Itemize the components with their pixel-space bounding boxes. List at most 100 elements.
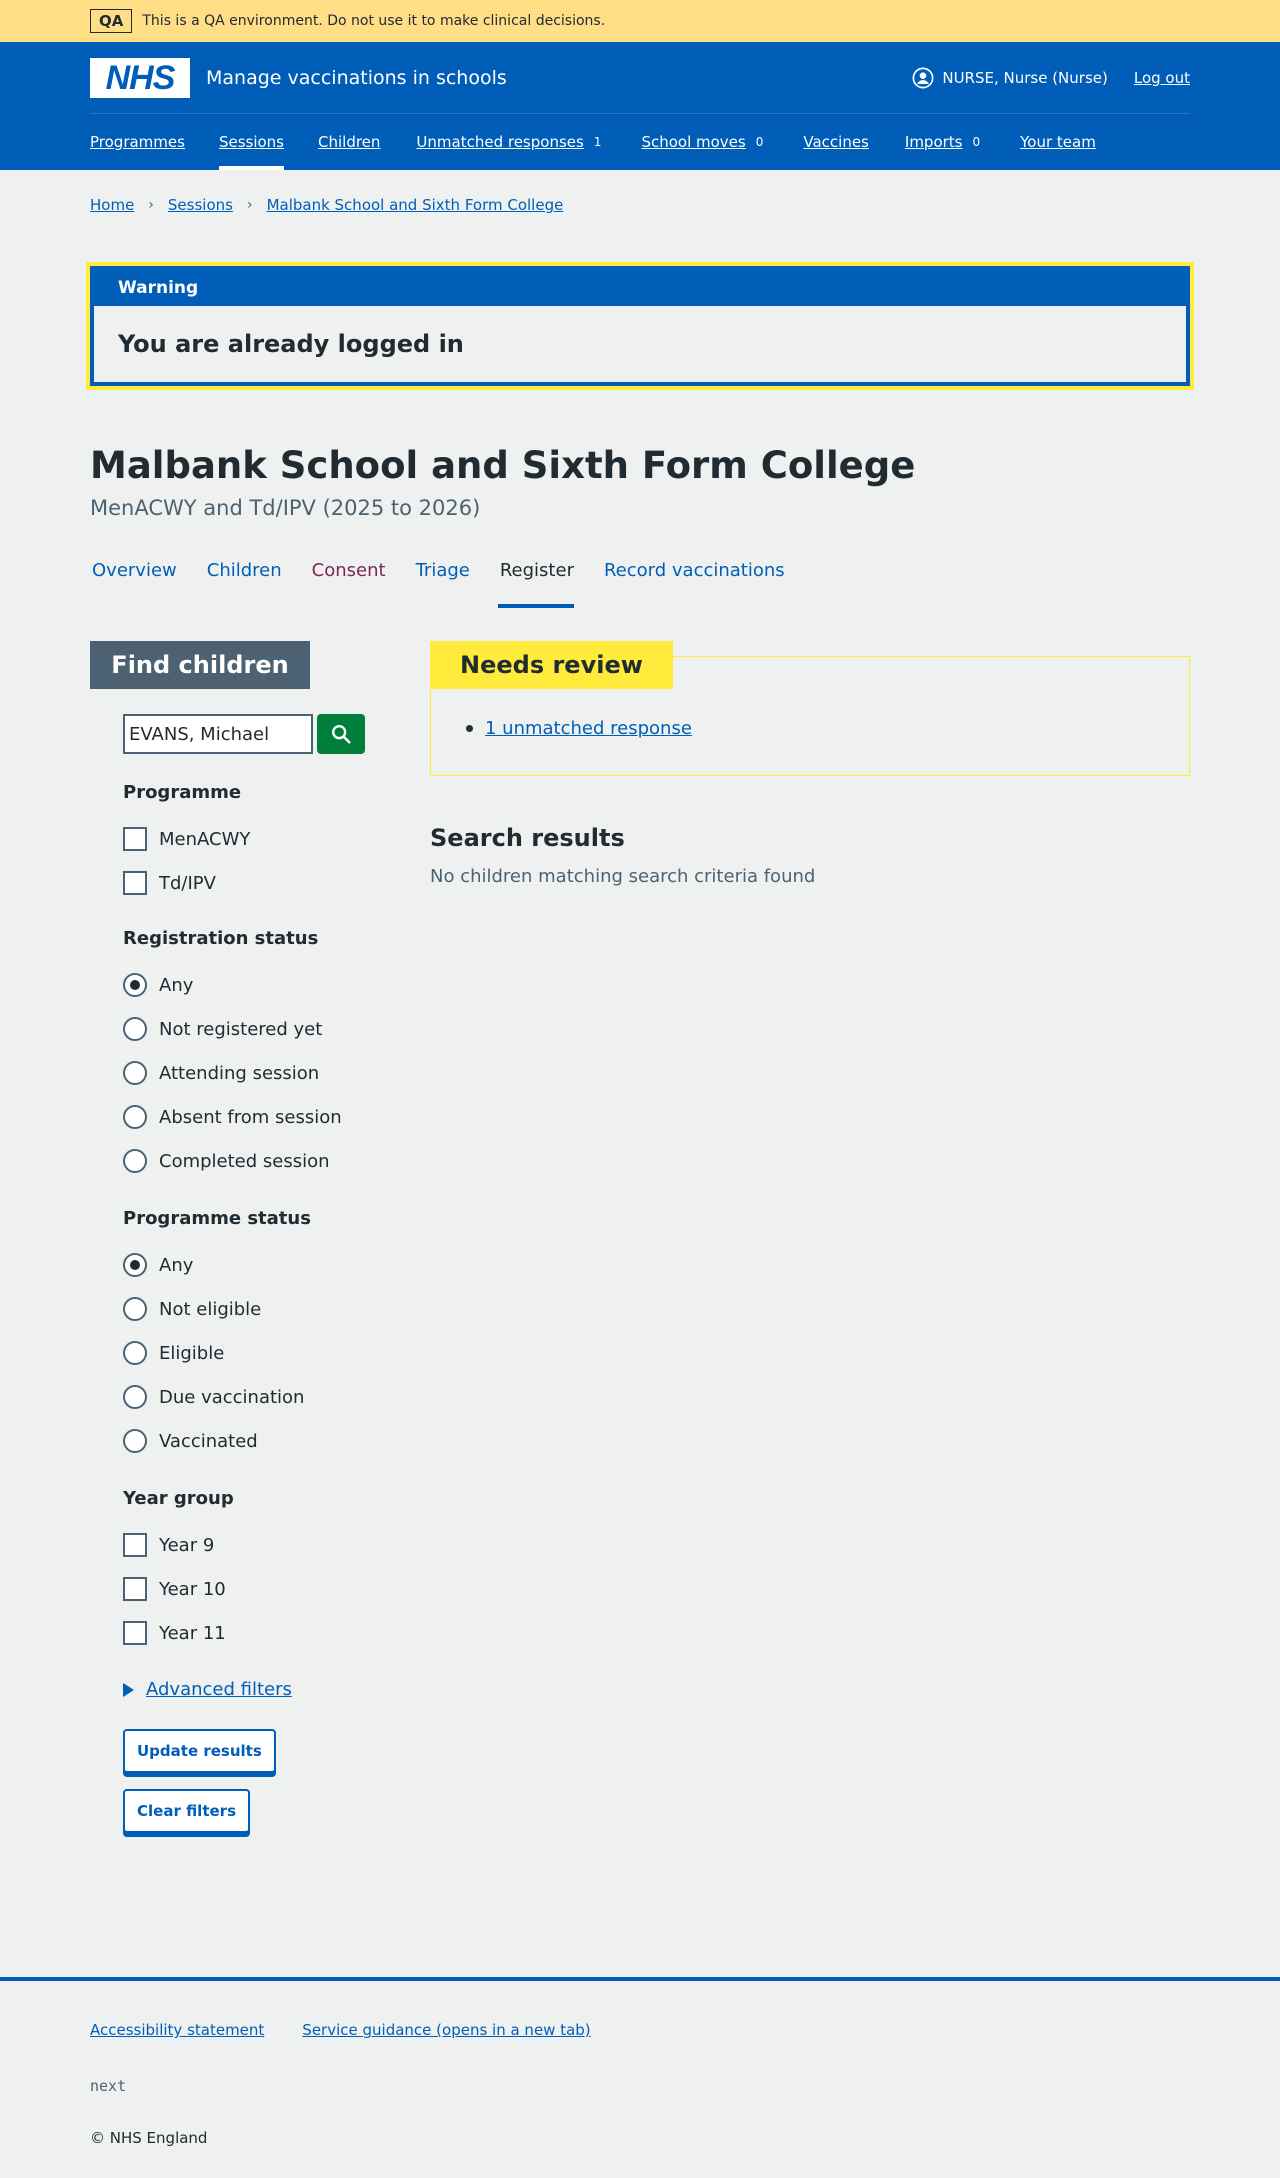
nav-children-label[interactable]: Children (318, 133, 380, 151)
copyright: © NHS England (90, 2129, 208, 2147)
tab-register[interactable]: Register (497, 560, 575, 608)
registration-option[interactable]: Completed session (123, 1139, 342, 1183)
year-group-option[interactable]: Year 11 (123, 1611, 234, 1655)
chevron-right-icon: › (148, 197, 154, 213)
service-name[interactable]: Manage vaccinations in schools (206, 67, 507, 89)
nav-imports[interactable]: Imports 0 (905, 114, 980, 170)
radio[interactable] (123, 1149, 147, 1173)
advanced-filters-toggle[interactable]: Advanced filters (123, 1679, 292, 1700)
clear-filters-button[interactable]: Clear filters (123, 1789, 250, 1833)
year-group-option[interactable]: Year 10 (123, 1567, 234, 1611)
option-label: Year 9 (159, 1534, 215, 1556)
nav-your-team-label[interactable]: Your team (1020, 133, 1096, 151)
tab-triage[interactable]: Triage (414, 560, 470, 608)
nav-count-badge: 0 (755, 135, 764, 149)
tab-register-label[interactable]: Register (500, 560, 574, 581)
nav-vaccines-label[interactable]: Vaccines (803, 133, 869, 151)
programme-status-option[interactable]: Vaccinated (123, 1419, 311, 1463)
programme-status-legend: Programme status (123, 1208, 311, 1229)
breadcrumb-sessions[interactable]: Sessions (168, 196, 233, 214)
registration-option[interactable]: Not registered yet (123, 1007, 342, 1051)
registration-option[interactable]: Any (123, 963, 342, 1007)
checkbox[interactable] (123, 1533, 147, 1557)
main-nav: Programmes Sessions Children Unmatched r… (90, 114, 1096, 170)
nav-count-badge: 0 (972, 135, 981, 149)
option-label: Attending session (159, 1062, 320, 1084)
checkbox[interactable] (123, 871, 147, 895)
year-group-legend: Year group (123, 1488, 234, 1509)
nav-unmatched-responses[interactable]: Unmatched responses 1 (416, 114, 601, 170)
logout-link[interactable]: Log out (1134, 69, 1190, 87)
nav-your-team[interactable]: Your team (1020, 114, 1096, 170)
option-label: Year 10 (159, 1578, 226, 1600)
breadcrumb-school[interactable]: Malbank School and Sixth Form College (267, 196, 564, 214)
year-group-option[interactable]: Year 9 (123, 1523, 234, 1567)
tab-triage-label[interactable]: Triage (416, 560, 470, 581)
registration-option[interactable]: Absent from session (123, 1095, 342, 1139)
search-input[interactable] (123, 714, 313, 754)
checkbox[interactable] (123, 827, 147, 851)
tab-overview-label[interactable]: Overview (92, 560, 177, 581)
tab-children[interactable]: Children (205, 560, 282, 608)
tab-consent[interactable]: Consent (310, 560, 386, 608)
registration-option[interactable]: Attending session (123, 1051, 342, 1095)
update-results-button[interactable]: Update results (123, 1729, 276, 1773)
nav-unmatched-label[interactable]: Unmatched responses (416, 133, 583, 151)
unmatched-response-link[interactable]: 1 unmatched response (485, 718, 692, 739)
needs-review-heading: Needs review (430, 641, 673, 689)
find-children-heading: Find children (90, 641, 310, 689)
breadcrumb: Home › Sessions › Malbank School and Six… (90, 196, 563, 214)
nhs-logo[interactable]: NHS (90, 58, 190, 98)
nav-school-moves[interactable]: School moves 0 (641, 114, 763, 170)
nav-imports-label[interactable]: Imports (905, 133, 963, 151)
user-name: NURSE, Nurse (Nurse) (942, 69, 1108, 87)
session-tabs: Overview Children Consent Triage Registe… (90, 560, 813, 608)
accessibility-statement-link[interactable]: Accessibility statement (90, 2021, 264, 2039)
tab-children-label[interactable]: Children (207, 560, 282, 581)
radio[interactable] (123, 1105, 147, 1129)
nav-sessions-label[interactable]: Sessions (219, 133, 284, 151)
account: NURSE, Nurse (Nurse) Log out (912, 67, 1190, 89)
nav-programmes-label[interactable]: Programmes (90, 133, 185, 151)
tab-record-vaccinations-label[interactable]: Record vaccinations (604, 560, 785, 581)
radio[interactable] (123, 1385, 147, 1409)
advanced-filters-link[interactable]: Advanced filters (146, 1679, 292, 1700)
radio[interactable] (123, 1017, 147, 1041)
nav-programmes[interactable]: Programmes (90, 114, 185, 170)
page-title: Malbank School and Sixth Form College (90, 444, 916, 487)
nav-vaccines[interactable]: Vaccines (803, 114, 869, 170)
checkbox[interactable] (123, 1577, 147, 1601)
tab-overview[interactable]: Overview (90, 560, 177, 608)
radio[interactable] (123, 1341, 147, 1365)
checkbox[interactable] (123, 1621, 147, 1645)
option-label: MenACWY (159, 828, 251, 850)
option-label: Any (159, 1254, 194, 1276)
breadcrumb-home[interactable]: Home (90, 196, 134, 214)
nav-children[interactable]: Children (318, 114, 380, 170)
caret-right-icon (123, 1682, 134, 1697)
search-button[interactable] (317, 714, 365, 754)
tab-consent-label[interactable]: Consent (312, 560, 386, 581)
radio[interactable] (123, 1429, 147, 1453)
radio[interactable] (123, 1297, 147, 1321)
programme-option[interactable]: MenACWY (123, 817, 250, 861)
nav-sessions[interactable]: Sessions (218, 114, 285, 170)
programme-option[interactable]: Td/IPV (123, 861, 250, 905)
site-header: NHS Manage vaccinations in schools NURSE… (0, 42, 1280, 170)
nav-school-moves-label[interactable]: School moves (641, 133, 745, 151)
radio[interactable] (123, 1253, 147, 1277)
tab-record-vaccinations[interactable]: Record vaccinations (602, 560, 785, 608)
programme-status-option[interactable]: Eligible (123, 1331, 311, 1375)
radio[interactable] (123, 1061, 147, 1085)
programme-status-filter: Programme status Any Not eligible Eligib… (123, 1208, 311, 1463)
option-label: Due vaccination (159, 1386, 305, 1408)
programme-status-option[interactable]: Not eligible (123, 1287, 311, 1331)
radio[interactable] (123, 973, 147, 997)
user-icon (912, 67, 934, 89)
programme-status-option[interactable]: Due vaccination (123, 1375, 311, 1419)
chevron-right-icon: › (246, 197, 253, 213)
programme-status-option[interactable]: Any (123, 1243, 311, 1287)
needs-review-list: 1 unmatched response (466, 718, 692, 739)
service-guidance-link[interactable]: Service guidance (opens in a new tab) (302, 2021, 590, 2039)
nav-count-badge: 1 (593, 135, 602, 149)
